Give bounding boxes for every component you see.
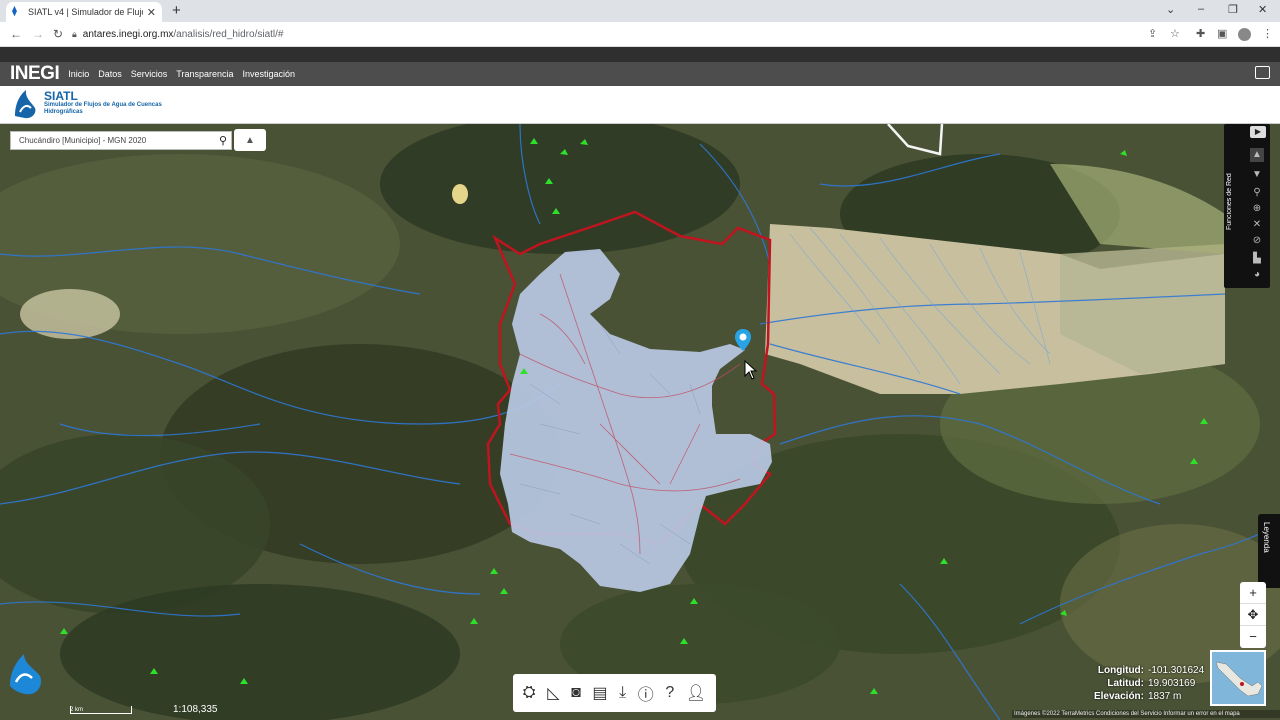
- pie-chart-icon[interactable]: ◕: [1250, 268, 1264, 282]
- latitude-label: Latitud:: [1107, 678, 1144, 689]
- minimize-icon[interactable]: –: [1198, 3, 1204, 15]
- site-navbar: INEGI Inicio Datos Servicios Transparenc…: [0, 62, 1280, 86]
- downstream-icon[interactable]: ▼: [1250, 168, 1264, 182]
- help-icon[interactable]: ?: [665, 684, 674, 702]
- mouse-cursor-icon: [744, 360, 758, 380]
- upstream-icon[interactable]: ▲: [1250, 148, 1264, 162]
- tab-title: SIATL v4 | Simulador de Flujos de: [28, 7, 143, 17]
- map-attribution[interactable]: Imágenes ©2022 TerraMetrics Condiciones …: [1012, 710, 1280, 718]
- siatl-corner-logo-icon: [10, 654, 42, 695]
- download-icon[interactable]: ⤓: [619, 684, 626, 702]
- ruler-icon[interactable]: ◺: [547, 683, 559, 703]
- zoom-in-button[interactable]: +: [1240, 582, 1266, 604]
- close-window-icon[interactable]: ✕: [1258, 3, 1267, 16]
- coordinates-readout: Longitud: -101.301624 Latitud: 19.903169 E…: [1060, 664, 1205, 703]
- location-search-input[interactable]: Chucándiro [Municipio] - MGN 2020 ⚲: [10, 131, 232, 150]
- url-path: /analisis/red_hidro/siatl/#: [173, 29, 284, 40]
- forward-icon[interactable]: →: [32, 27, 44, 41]
- latitude-value: 19.903169: [1148, 678, 1196, 689]
- browser-tab[interactable]: ⧫ SIATL v4 | Simulador de Flujos de ✕: [6, 2, 162, 22]
- longitude-label: Longitud:: [1097, 665, 1144, 676]
- siatl-header: SIATL Simulador de Flujos de Agua de Cue…: [0, 86, 1280, 124]
- siatl-logo-icon: [15, 90, 36, 119]
- network-icon[interactable]: ✕: [1250, 218, 1264, 232]
- app-title: SIATL: [44, 89, 78, 103]
- browser-tabstrip: ⧫ SIATL v4 | Simulador de Flujos de ✕ + …: [0, 0, 1280, 22]
- profile-avatar-icon[interactable]: [1238, 28, 1251, 44]
- reload-icon[interactable]: ↻: [53, 27, 63, 41]
- nav-servicios[interactable]: Servicios: [131, 69, 168, 79]
- profile-chart-icon[interactable]: ▙: [1250, 252, 1264, 266]
- network-functions-panel: ▶ Funciones de Red ▲ ▼ ⚲ ⊕ ✕ ⊘ ▙ ◕: [1224, 124, 1270, 288]
- legend-tab[interactable]: Leyenda: [1258, 514, 1280, 588]
- print-icon[interactable]: ▤: [592, 683, 607, 703]
- location-pin-icon[interactable]: [734, 328, 752, 352]
- road-toggle-button[interactable]: ▲: [234, 129, 266, 151]
- back-icon[interactable]: ←: [10, 27, 22, 41]
- satellite-imagery: [0, 124, 1280, 720]
- new-tab-icon[interactable]: +: [172, 2, 181, 19]
- search-value: Chucándiro [Municipio] - MGN 2020: [19, 136, 147, 145]
- close-tab-icon[interactable]: ✕: [147, 6, 156, 19]
- tab-search-icon[interactable]: ⌄: [1166, 3, 1175, 16]
- clear-icon[interactable]: ⊘: [1250, 234, 1264, 248]
- collapse-panel-icon[interactable]: ▶: [1250, 126, 1266, 138]
- elevation-value: 1837 m: [1148, 691, 1182, 702]
- zoom-control: + ✥ −: [1240, 582, 1266, 648]
- map-canvas[interactable]: Chucándiro [Municipio] - MGN 2020 ⚲ ▲ ▶ …: [0, 124, 1280, 720]
- address-bar[interactable]: 🔒︎ antares.inegi.org.mx/analisis/red_hid…: [72, 25, 1192, 44]
- search-tool-icon[interactable]: ⚲: [1250, 186, 1264, 200]
- user-icon[interactable]: 👤︎: [686, 683, 706, 703]
- road-icon: ▲: [245, 134, 255, 146]
- search-icon[interactable]: ⚲: [219, 134, 227, 147]
- extensions-icon[interactable]: ✚: [1196, 27, 1205, 40]
- menu-kebab-icon[interactable]: ⋮: [1262, 27, 1273, 40]
- nav-inicio[interactable]: Inicio: [68, 69, 89, 79]
- edit-icon[interactable]: [1255, 66, 1270, 79]
- layers-icon[interactable]: ⛭: [523, 684, 536, 702]
- measure-icon[interactable]: ⊕: [1250, 202, 1264, 216]
- url-host: antares.inegi.org.mx: [82, 29, 174, 40]
- nav-investigacion[interactable]: Investigación: [242, 69, 295, 79]
- mexico-map-icon: [1215, 661, 1263, 697]
- info-icon[interactable]: ⓘ: [638, 681, 654, 705]
- sidepanel-icon[interactable]: ▣: [1217, 27, 1227, 40]
- pan-button[interactable]: ✥: [1240, 604, 1266, 626]
- inegi-logo[interactable]: INEGI: [10, 63, 60, 85]
- share-icon[interactable]: ⇪: [1148, 27, 1157, 40]
- legend-label: Leyenda: [1262, 522, 1271, 553]
- longitude-value: -101.301624: [1148, 665, 1205, 676]
- browser-toolbar: ← → ↻ 🔒︎ antares.inegi.org.mx/analisis/r…: [0, 22, 1280, 47]
- site-topbar: [0, 47, 1280, 62]
- scale-ratio: 1:108,335: [173, 704, 218, 715]
- siatl-favicon-icon: ⧫: [12, 6, 17, 17]
- lock-icon: 🔒︎: [72, 29, 77, 39]
- bottom-toolbar: ⛭ ◺ ◙ ▤ ⤓ ⓘ ? 👤︎: [513, 674, 716, 712]
- scale-bar-label: 2 km: [70, 707, 84, 713]
- nav-datos[interactable]: Datos: [98, 69, 122, 79]
- bookmark-star-icon[interactable]: ☆: [1170, 27, 1180, 40]
- app-subtitle: Simulador de Flujos de Agua de Cuencas H…: [44, 102, 162, 115]
- maximize-icon[interactable]: ❐: [1228, 3, 1238, 16]
- nav-transparencia[interactable]: Transparencia: [176, 69, 233, 79]
- zoom-out-button[interactable]: −: [1240, 626, 1266, 648]
- camera-icon[interactable]: ◙: [571, 684, 581, 702]
- panel-label: Funciones de Red: [1226, 173, 1233, 231]
- elevation-label: Elevación:: [1093, 691, 1144, 702]
- overview-minimap[interactable]: [1210, 650, 1266, 706]
